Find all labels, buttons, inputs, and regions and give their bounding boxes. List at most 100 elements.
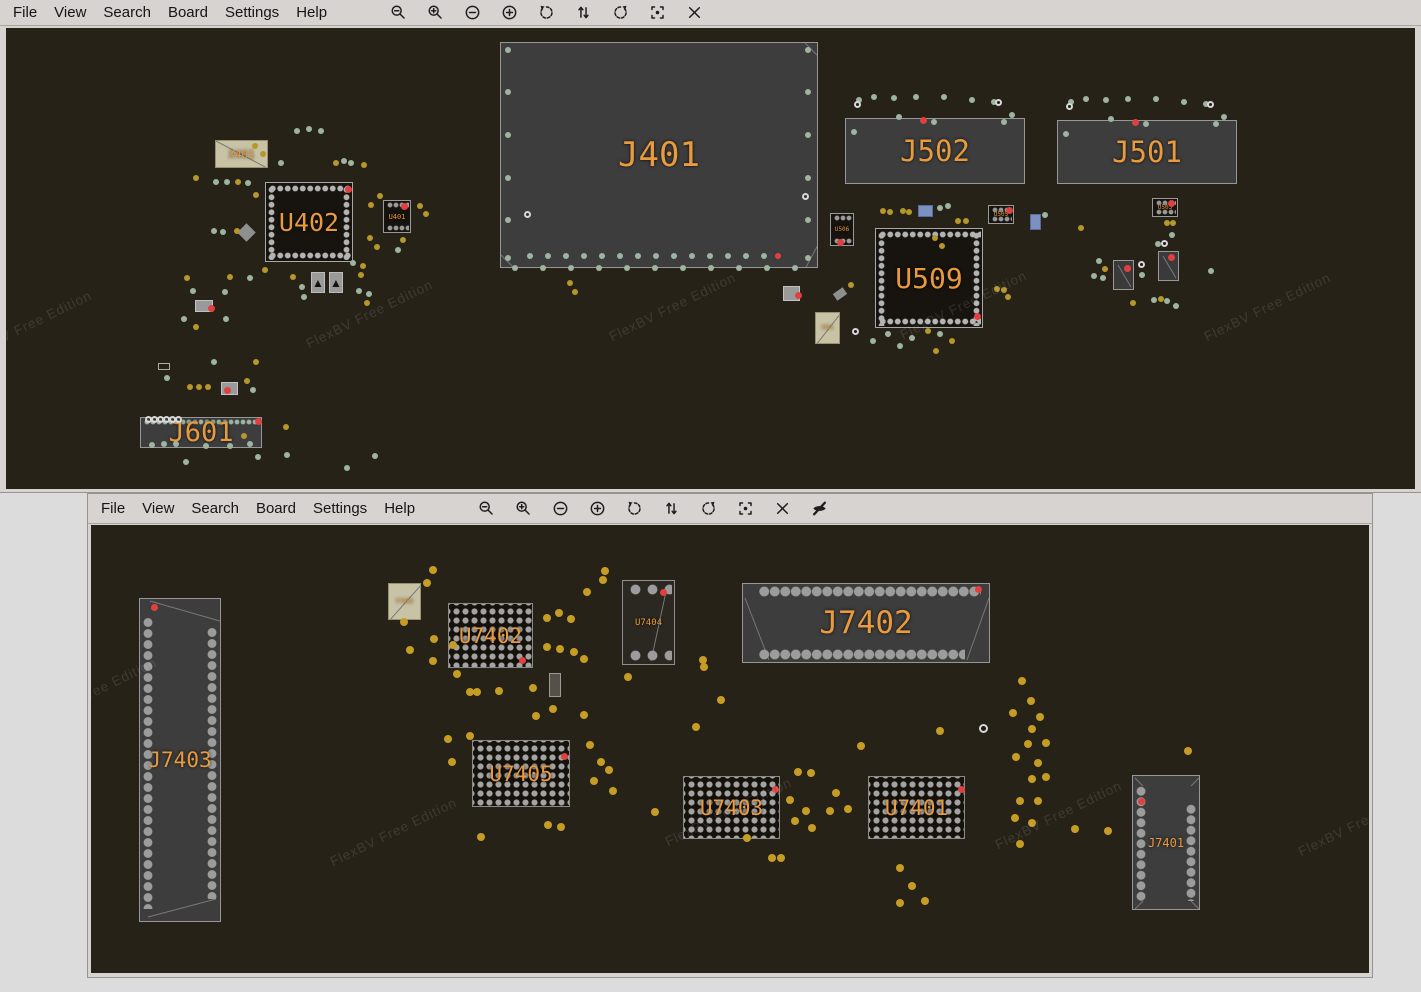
component-J502[interactable]: J502	[845, 118, 1025, 184]
component-U7405[interactable]: U7405	[472, 740, 570, 807]
component-U7401[interactable]: U7401	[868, 776, 965, 839]
magnify-plus-icon[interactable]	[515, 500, 532, 517]
via-pad	[545, 253, 551, 259]
menu-file[interactable]: File	[13, 4, 37, 21]
rotate-cw-icon[interactable]	[700, 500, 717, 517]
menu-file[interactable]: File	[101, 500, 125, 517]
via-pad	[605, 766, 613, 774]
via-pad	[870, 338, 876, 344]
via-pad	[794, 768, 802, 776]
component-small-part-1[interactable]	[195, 300, 213, 312]
toolbar	[478, 500, 828, 517]
menu-search[interactable]: Search	[191, 500, 239, 517]
board-canvas[interactable]: X401U402U401J401J502J501U509U506U505U503…	[6, 28, 1415, 489]
via-pad	[224, 179, 230, 185]
circle-minus-icon[interactable]	[552, 500, 569, 517]
component-small-part-arrow-1[interactable]: ▲	[311, 272, 325, 293]
pad-row	[879, 231, 981, 238]
component-U401[interactable]: U401	[383, 200, 411, 233]
component-small-part-blue-1[interactable]	[918, 205, 933, 217]
via-pad	[1221, 114, 1227, 120]
menu-settings[interactable]: Settings	[313, 500, 367, 517]
component-small-part-5[interactable]	[1158, 251, 1179, 281]
via-pad	[570, 648, 578, 656]
magnify-minus-icon[interactable]	[390, 4, 407, 21]
menu-view[interactable]: View	[142, 500, 174, 517]
via-pad	[173, 441, 179, 447]
component-U503[interactable]: U503	[1152, 198, 1178, 217]
magnify-minus-icon[interactable]	[478, 500, 495, 517]
via-pad	[544, 821, 552, 829]
component-Y7402[interactable]: Y7402	[388, 583, 421, 620]
via-pad	[374, 244, 380, 250]
via-pad	[617, 253, 623, 259]
menu-settings[interactable]: Settings	[225, 4, 279, 21]
close-icon[interactable]	[686, 4, 703, 21]
component-U7403[interactable]: U7403	[683, 776, 780, 839]
component-J7403[interactable]: J7403	[139, 598, 221, 922]
component-small-part-arrow-2[interactable]: ▲	[329, 272, 343, 293]
menu-help[interactable]: Help	[296, 4, 327, 21]
menu-help[interactable]: Help	[384, 500, 415, 517]
via-pad	[1083, 96, 1089, 102]
component-small-part-4[interactable]	[1113, 260, 1134, 290]
flip-vertical-icon[interactable]	[663, 500, 680, 517]
component-U7404[interactable]: U7404	[622, 580, 675, 665]
rotate-ccw-icon[interactable]	[626, 500, 643, 517]
via-pad	[596, 265, 602, 271]
component-small-part-blue-2[interactable]	[1030, 214, 1041, 230]
via-pad	[234, 228, 240, 234]
via-pad	[805, 89, 811, 95]
circle-minus-icon[interactable]	[464, 4, 481, 21]
via-pad	[341, 158, 347, 164]
component-U7402[interactable]: U7402	[448, 603, 533, 668]
via-pad	[791, 817, 799, 825]
component-J7402[interactable]: J7402	[742, 583, 990, 663]
via-pad	[205, 384, 211, 390]
close-icon[interactable]	[774, 500, 791, 517]
via-pad	[252, 143, 258, 149]
menu-board[interactable]: Board	[256, 500, 296, 517]
component-X501[interactable]: X501	[815, 312, 840, 344]
component-small-part-diamond-2[interactable]	[833, 287, 847, 300]
component-small-part-diamond-1[interactable]	[237, 223, 255, 241]
magnify-plus-icon[interactable]	[427, 4, 444, 21]
menu-search[interactable]: Search	[103, 4, 151, 21]
via-pad	[250, 387, 256, 393]
via-pad	[213, 179, 219, 185]
via-pad	[227, 443, 233, 449]
component-U506[interactable]: U506	[830, 213, 854, 246]
component-J401[interactable]: J401	[500, 42, 818, 268]
rotate-ccw-icon[interactable]	[538, 4, 555, 21]
via-pad	[366, 291, 372, 297]
flip-vertical-icon[interactable]	[575, 4, 592, 21]
component-U505[interactable]: U505	[988, 205, 1014, 224]
component-J501[interactable]: J501	[1057, 120, 1237, 184]
via-pad	[161, 441, 167, 447]
via-pad	[854, 101, 861, 108]
component-J7401[interactable]: J7401	[1132, 775, 1200, 910]
component-U509[interactable]: U509	[875, 228, 983, 328]
circle-plus-icon[interactable]	[501, 4, 518, 21]
via-pad	[284, 452, 290, 458]
circle-plus-icon[interactable]	[589, 500, 606, 517]
hide-annotations-icon[interactable]	[811, 500, 828, 517]
via-pad	[543, 614, 551, 622]
via-pad	[429, 566, 437, 574]
menu-view[interactable]: View	[54, 4, 86, 21]
menu-board[interactable]: Board	[168, 4, 208, 21]
via-pad	[708, 265, 714, 271]
component-U402[interactable]: U402	[265, 182, 353, 262]
rotate-cw-icon[interactable]	[612, 4, 629, 21]
board-canvas[interactable]: J7403 Y7402 U7402 U7404 J7402 U7405 U7403 U7401…	[91, 525, 1369, 973]
component-small-part-2[interactable]	[221, 382, 238, 395]
center-focus-icon[interactable]	[737, 500, 754, 517]
component-small-part-3[interactable]	[158, 363, 170, 370]
via-pad	[367, 235, 373, 241]
component-small-part-1[interactable]	[549, 673, 561, 697]
center-focus-icon[interactable]	[649, 4, 666, 21]
via-pad	[406, 646, 414, 654]
component-small-part-6[interactable]	[783, 286, 800, 301]
pin1-marker	[401, 203, 408, 210]
pin1-marker	[1168, 254, 1175, 261]
